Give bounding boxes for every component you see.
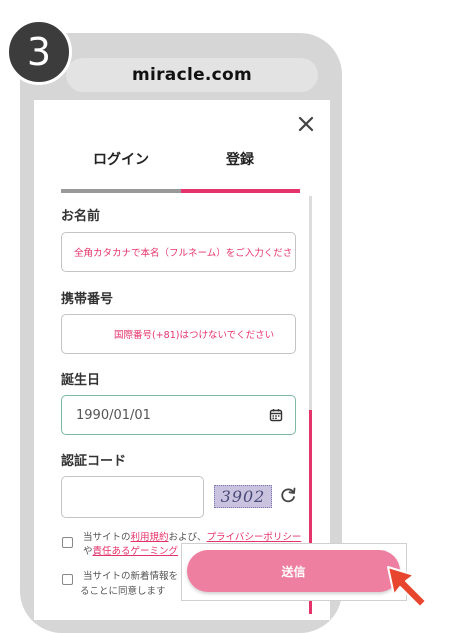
captcha-code: 3902 — [220, 487, 266, 506]
submit-button[interactable]: 送信 — [187, 550, 400, 592]
privacy-link[interactable]: プライバシーポリシー — [207, 532, 302, 543]
url-bar[interactable]: miracle.com — [66, 58, 318, 92]
tab-login-label: ログイン — [93, 152, 149, 168]
birthday-input[interactable]: 1990/01/01 — [61, 395, 296, 435]
consent-text-2: および、 — [168, 532, 207, 543]
tab-indicator-inactive — [61, 189, 181, 193]
close-icon[interactable] — [296, 114, 316, 134]
phone-input[interactable]: 国際番号(+81)はつけないでください — [61, 314, 296, 354]
phone-placeholder: 国際番号(+81)はつけないでください — [114, 330, 275, 341]
phone-label: 携帯番号 — [61, 292, 114, 307]
consent-text-3: や — [83, 546, 93, 557]
calendar-icon[interactable] — [269, 408, 283, 422]
terms-link[interactable]: 利用規約 — [131, 532, 169, 543]
step-badge: 3 — [6, 19, 72, 85]
name-placeholder: 全角カタカナで本名（フルネーム）をご入力ください — [74, 248, 292, 259]
step-number: 3 — [26, 30, 52, 74]
pointer-arrow-icon — [387, 566, 427, 608]
birthday-label: 誕生日 — [61, 373, 101, 388]
terms-checkbox[interactable] — [62, 537, 73, 548]
birthday-value: 1990/01/01 — [76, 407, 151, 423]
refresh-icon[interactable] — [279, 486, 297, 504]
url-text: miracle.com — [131, 65, 253, 85]
captcha-label: 認証コード — [61, 454, 127, 469]
tab-register-label: 登録 — [226, 152, 254, 168]
consent-text-1: 当サイトの — [83, 532, 131, 543]
newsletter-checkbox[interactable] — [62, 574, 73, 585]
tab-indicator-active — [181, 189, 300, 193]
tab-register[interactable]: 登録 — [226, 149, 254, 169]
name-label: お名前 — [61, 209, 101, 224]
tab-login[interactable]: ログイン — [93, 149, 149, 169]
captcha-input[interactable] — [61, 476, 204, 518]
newsletter-consent-line-1: 当サイトの新着情報を — [83, 571, 179, 582]
submit-label: 送信 — [281, 564, 306, 579]
name-input[interactable]: 全角カタカナで本名（フルネーム）をご入力ください — [61, 232, 296, 272]
responsible-gaming-link[interactable]: 責任あるゲーミング — [93, 546, 179, 557]
captcha-image: 3902 — [214, 485, 272, 508]
